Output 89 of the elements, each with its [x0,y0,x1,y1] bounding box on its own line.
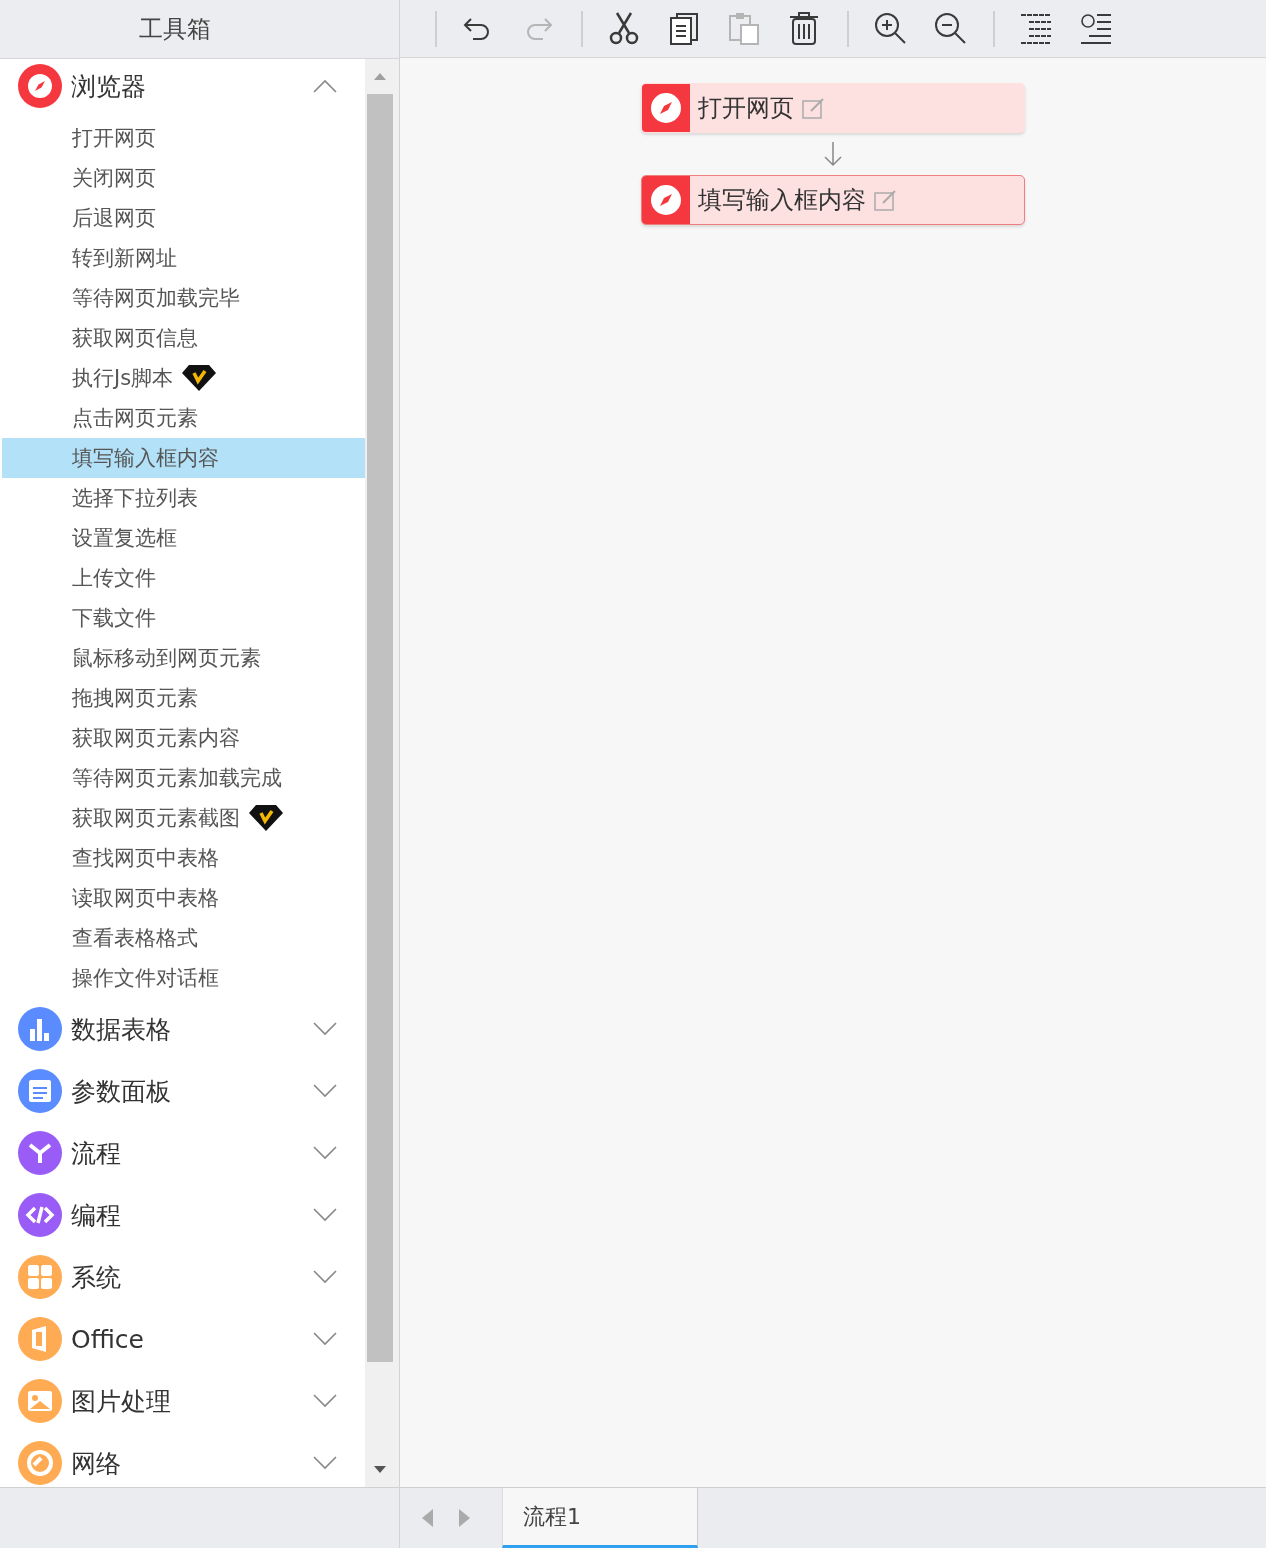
previous-icon[interactable] [420,1508,434,1528]
tool-item[interactable]: 获取网页信息 [2,318,365,358]
category-label: 参数面板 [71,1075,172,1108]
category-label: 数据表格 [71,1013,172,1046]
tool-label: 鼠标移动到网页元素 [72,645,261,672]
tool-label: 获取网页元素截图 [72,805,240,832]
tool-item[interactable]: 设置复选框 [2,518,365,558]
category-header[interactable]: 网络 [0,1432,365,1487]
flow-node[interactable]: 填写输入框内容 [641,175,1025,225]
category-label: 网络 [71,1447,122,1480]
category-label: 流程 [71,1137,122,1170]
diamond-icon [181,364,218,392]
chevron-down-icon[interactable] [313,1022,337,1036]
next-icon[interactable] [458,1508,472,1528]
tool-label: 转到新网址 [72,245,177,272]
connector-arrow [823,141,843,167]
tool-item[interactable]: 关闭网页 [2,158,365,198]
edit-icon[interactable] [874,189,898,211]
tool-item[interactable]: 填写输入框内容 [2,438,365,478]
chevron-down-icon[interactable] [313,1208,337,1222]
tool-label: 关闭网页 [72,165,156,192]
tool-label: 填写输入框内容 [72,445,219,472]
chevron-up-icon[interactable] [313,79,337,93]
tool-item[interactable]: 下载文件 [2,598,365,638]
scrollbar-thumb[interactable] [367,94,393,1362]
tool-label: 下载文件 [72,605,156,632]
tool-label: 查看表格格式 [72,925,198,952]
chevron-down-icon[interactable] [313,1332,337,1346]
category-header[interactable]: 参数面板 [0,1060,365,1122]
tool-item[interactable]: 后退网页 [2,198,365,238]
node-label: 填写输入框内容 [698,185,866,216]
category-header[interactable]: 浏览器 [0,59,365,118]
tool-item[interactable]: 转到新网址 [2,238,365,278]
tool-label: 设置复选框 [72,525,177,552]
tool-label: 等待网页元素加载完成 [72,765,282,792]
chevron-down-icon[interactable] [313,1270,337,1284]
tool-label: 点击网页元素 [72,405,198,432]
tool-label: 后退网页 [72,205,156,232]
category-header[interactable]: 流程 [0,1122,365,1184]
chevron-down-icon[interactable] [313,1084,337,1098]
category-header[interactable]: 编程 [0,1184,365,1246]
scroll-down-icon[interactable] [373,1465,387,1475]
tool-label: 等待网页加载完毕 [72,285,240,312]
tool-item[interactable]: 查看表格格式 [2,918,365,958]
compass-icon [642,176,690,224]
category-header[interactable]: 图片处理 [0,1370,365,1432]
tool-item[interactable]: 打开网页 [2,118,365,158]
category-label: 系统 [71,1261,122,1294]
chevron-down-icon[interactable] [313,1394,337,1408]
flow-node[interactable]: 打开网页 [641,83,1025,133]
chevron-down-icon[interactable] [313,1456,337,1470]
tool-item[interactable]: 获取网页元素截图 [2,798,365,838]
edit-icon[interactable] [802,97,826,119]
flow-tab[interactable]: 流程1 [502,1488,698,1548]
node-label: 打开网页 [698,93,794,124]
tool-item[interactable]: 获取网页元素内容 [2,718,365,758]
diamond-icon [248,804,284,832]
category-label: Office [71,1324,145,1354]
tool-label: 执行Js脚本 [72,365,174,392]
category-header[interactable]: 数据表格 [0,998,365,1060]
tool-label: 获取网页元素内容 [72,725,240,752]
tool-item[interactable]: 操作文件对话框 [2,958,365,998]
tool-item[interactable]: 拖拽网页元素 [2,678,365,718]
compass-icon [642,84,690,132]
category-label: 图片处理 [71,1385,172,1418]
category-label: 浏览器 [71,70,147,103]
tool-item[interactable]: 选择下拉列表 [2,478,365,518]
category-header[interactable]: 系统 [0,1246,365,1308]
tool-label: 获取网页信息 [72,325,198,352]
category-header[interactable]: Office [0,1308,365,1370]
tool-label: 打开网页 [72,125,156,152]
tool-label: 查找网页中表格 [72,845,219,872]
tool-label: 读取网页中表格 [72,885,219,912]
tool-label: 上传文件 [72,565,156,592]
tool-label: 拖拽网页元素 [72,685,198,712]
scroll-up-icon[interactable] [373,71,387,81]
chevron-down-icon[interactable] [313,1146,337,1160]
category-label: 编程 [71,1199,122,1232]
tool-item[interactable]: 执行Js脚本 [2,358,365,398]
tool-item[interactable]: 点击网页元素 [2,398,365,438]
tool-item[interactable]: 等待网页元素加载完成 [2,758,365,798]
tool-label: 操作文件对话框 [72,965,219,992]
tool-item[interactable]: 读取网页中表格 [2,878,365,918]
tool-item[interactable]: 上传文件 [2,558,365,598]
tool-item[interactable]: 鼠标移动到网页元素 [2,638,365,678]
tool-label: 选择下拉列表 [72,485,198,512]
tool-item[interactable]: 查找网页中表格 [2,838,365,878]
tool-item[interactable]: 等待网页加载完毕 [2,278,365,318]
panel-title: 工具箱 [139,14,211,45]
